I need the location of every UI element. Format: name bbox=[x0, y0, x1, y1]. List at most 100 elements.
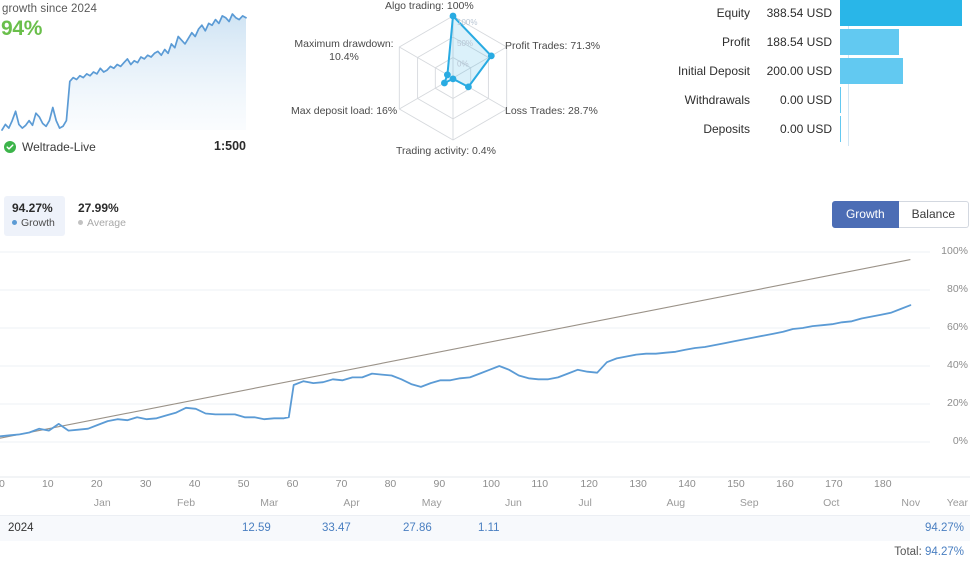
figure-bar-fill bbox=[840, 0, 962, 26]
figure-bar-track bbox=[840, 116, 970, 142]
x-axis-month: Mar bbox=[260, 497, 279, 509]
figure-label: Initial Deposit bbox=[677, 64, 750, 78]
sparkline-title: growth since 2024 bbox=[2, 3, 98, 15]
figure-row-equity: Equity 388.54 USD bbox=[640, 0, 970, 26]
legend-average-dot bbox=[78, 220, 83, 225]
x-axis-month: Jun bbox=[504, 497, 522, 509]
x-axis-tick: 0 bbox=[0, 478, 5, 490]
figure-value: 388.54 USD bbox=[766, 6, 832, 20]
y-axis-tick: 0% bbox=[952, 435, 968, 447]
tab-balance[interactable]: Balance bbox=[898, 201, 969, 228]
x-axis-tick: 170 bbox=[825, 478, 843, 490]
figure-bar-fill bbox=[840, 58, 903, 84]
svg-text:100%: 100% bbox=[457, 18, 477, 27]
verified-check-icon bbox=[4, 141, 16, 153]
legend-average[interactable]: 27.99% Average bbox=[70, 196, 136, 236]
x-axis-tick: 120 bbox=[580, 478, 598, 490]
figure-bar-track bbox=[840, 0, 970, 26]
table-cell-may: 1.11 bbox=[478, 522, 500, 534]
figure-bar-fill bbox=[840, 29, 900, 55]
figure-bar-track bbox=[840, 58, 970, 84]
y-axis-tick: 100% bbox=[941, 245, 968, 257]
legend-average-value: 27.99% bbox=[78, 201, 119, 215]
x-axis-tick: 70 bbox=[335, 478, 348, 490]
figure-value: 0.00 USD bbox=[779, 93, 832, 107]
x-axis-tick: 110 bbox=[531, 478, 549, 490]
radar-label-maximum-drawdown-line2: 10.4% bbox=[329, 51, 359, 63]
x-axis-tick: 130 bbox=[629, 478, 647, 490]
figure-value: 0.00 USD bbox=[779, 122, 832, 136]
y-axis-tick: 40% bbox=[946, 359, 968, 371]
broker-server-name: Weltrade-Live bbox=[22, 140, 96, 154]
figure-value: 188.54 USD bbox=[766, 35, 832, 49]
monthly-returns-table: 2024 12.59 33.47 27.86 1.11 94.27% Total: 9… bbox=[0, 515, 970, 565]
x-axis-month: Jan bbox=[93, 497, 111, 509]
y-axis-tick: 60% bbox=[946, 321, 968, 333]
table-cell-feb: 12.59 bbox=[242, 522, 271, 534]
radar-label-max-deposit-load: Max deposit load: 16% bbox=[291, 105, 398, 117]
radar-label-profit-trades: Profit Trades: 71.3% bbox=[505, 40, 601, 52]
x-axis-tick: 90 bbox=[433, 478, 446, 490]
tab-growth[interactable]: Growth bbox=[831, 201, 899, 228]
x-axis-month: Apr bbox=[343, 497, 360, 509]
x-axis-tick: 30 bbox=[139, 478, 152, 490]
table-grand-total: Total: 94.27% bbox=[894, 546, 964, 558]
x-axis-month: Jul bbox=[578, 497, 592, 509]
chart-mode-toggle: Growth Balance bbox=[831, 201, 969, 228]
x-axis-year-label: Year bbox=[946, 497, 968, 509]
x-axis-month: Nov bbox=[901, 497, 921, 509]
legend-average-label: Average bbox=[78, 216, 126, 230]
x-axis-tick: 50 bbox=[237, 478, 250, 490]
x-axis-tick: 150 bbox=[727, 478, 745, 490]
legend-growth-value: 94.27% bbox=[12, 201, 53, 215]
x-axis-tick: 60 bbox=[286, 478, 299, 490]
figure-bar-fill bbox=[840, 116, 841, 142]
figure-row-withdrawals: Withdrawals 0.00 USD bbox=[640, 87, 970, 113]
leverage-value: 1:500 bbox=[214, 139, 246, 153]
account-figures-panel: Equity 388.54 USD Profit 188.54 USD Initial … bbox=[640, 0, 970, 150]
table-cell-apr: 27.86 bbox=[403, 522, 432, 534]
radar-label-algo-trading: Algo trading: 100% bbox=[385, 0, 474, 12]
legend-growth[interactable]: 94.27% Growth bbox=[4, 196, 65, 236]
table-cell-mar: 33.47 bbox=[322, 522, 351, 534]
sparkline-percent: 94% bbox=[1, 17, 43, 40]
figure-row-profit: Profit 188.54 USD bbox=[640, 29, 970, 55]
legend-growth-dot bbox=[12, 220, 17, 225]
metrics-radar-card: 100% 50% 0% Algo trading: 100% Profit Trad… bbox=[283, 0, 623, 170]
radar-label-loss-trades: Loss Trades: 28.7% bbox=[505, 105, 598, 117]
radar-label-maximum-drawdown-line1: Maximum drawdown: bbox=[294, 38, 394, 50]
y-axis-tick: 80% bbox=[946, 283, 968, 295]
radar-label-trading-activity: Trading activity: 0.4% bbox=[396, 145, 496, 157]
svg-text:50%: 50% bbox=[457, 39, 473, 48]
x-axis-tick: 180 bbox=[874, 478, 892, 490]
figure-bar-fill bbox=[840, 87, 841, 113]
chart-legend-row: 94.27% Growth 27.99% Average Growth Bala… bbox=[0, 196, 970, 240]
x-axis-month: Sep bbox=[739, 497, 759, 509]
x-axis-tick: 100 bbox=[482, 478, 500, 490]
x-axis-month: May bbox=[421, 497, 442, 509]
figure-row-deposits: Deposits 0.00 USD bbox=[640, 116, 970, 142]
summary-row: growth since 2024 94% Weltrade-Live 1:50… bbox=[0, 0, 970, 175]
table-row-year: 2024 bbox=[8, 522, 34, 534]
x-axis-month: Oct bbox=[823, 497, 840, 509]
table-row-total: 94.27% bbox=[924, 522, 964, 534]
figure-value: 200.00 USD bbox=[766, 64, 832, 78]
x-axis-tick: 160 bbox=[776, 478, 794, 490]
figure-label: Withdrawals bbox=[684, 93, 750, 107]
x-axis-tick: 40 bbox=[188, 478, 201, 490]
table-row: 2024 12.59 33.47 27.86 1.11 94.27% bbox=[0, 515, 970, 541]
x-axis-tick: 140 bbox=[678, 478, 696, 490]
x-axis-tick: 20 bbox=[90, 478, 103, 490]
figure-bar-track bbox=[840, 29, 970, 55]
x-axis-month: Aug bbox=[666, 497, 686, 509]
growth-chart-plot bbox=[0, 251, 970, 478]
svg-text:0%: 0% bbox=[457, 60, 469, 69]
legend-growth-label: Growth bbox=[12, 216, 55, 230]
table-footer: Total: 94.27% bbox=[0, 541, 970, 565]
figure-label: Deposits bbox=[703, 122, 750, 136]
figure-bar-track bbox=[840, 87, 970, 113]
figure-label: Profit bbox=[721, 35, 750, 49]
growth-chart: 0% 20% 40% 60% 80% 100% 0 10 20 30 40 50 60 70 80 90 10… bbox=[0, 245, 970, 509]
figure-row-initial-deposit: Initial Deposit 200.00 USD bbox=[640, 58, 970, 84]
x-axis-tick: 80 bbox=[384, 478, 397, 490]
